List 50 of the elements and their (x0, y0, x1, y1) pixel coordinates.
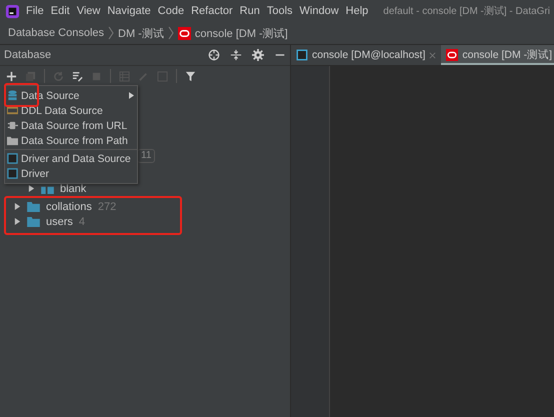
driver-icon (7, 153, 18, 164)
window-title: default - console [DM -测试] - DataGri (383, 4, 550, 18)
menu-item[interactable]: Window (300, 5, 339, 17)
menu-item[interactable]: Driver and Data Source (5, 151, 137, 166)
tree-item[interactable]: users (46, 216, 73, 228)
breadcrumb-item[interactable]: Database Consoles (8, 27, 104, 39)
add-icon[interactable] (6, 70, 17, 82)
menu-item[interactable]: DDL Data Source (5, 103, 137, 118)
item-count: 4 (78, 216, 86, 228)
panel-title: Database (4, 49, 52, 61)
close-icon[interactable] (429, 52, 436, 58)
app-logo-icon (5, 4, 20, 18)
schema-icon (41, 184, 54, 194)
folder-icon (27, 202, 40, 212)
folder-icon (27, 216, 40, 226)
driver-icon (7, 168, 18, 179)
menu-item[interactable]: Edit (50, 5, 70, 17)
settings-icon[interactable] (252, 49, 264, 61)
tree-item[interactable]: collations (46, 200, 92, 212)
filter-icon[interactable] (185, 70, 196, 82)
menu-item[interactable]: Help (346, 5, 368, 17)
expand-arrow-icon[interactable] (14, 203, 21, 210)
database-icon (7, 90, 18, 101)
breadcrumb-item[interactable]: DM -测试 (118, 26, 164, 40)
menu-item[interactable]: View (76, 5, 100, 17)
menu-item[interactable]: File (26, 5, 44, 17)
expand-arrow-icon[interactable] (14, 218, 21, 225)
folder-icon (7, 135, 18, 146)
menu-item[interactable]: Code (158, 5, 184, 17)
item-count: 272 (98, 200, 116, 212)
menu-item[interactable]: Refactor (191, 5, 233, 17)
collapse-icon[interactable] (230, 49, 242, 61)
editor-tab[interactable]: console [DM@localhost] (291, 45, 442, 65)
target-icon[interactable] (208, 49, 220, 61)
breadcrumb-item[interactable]: console [DM -测试] (194, 26, 288, 40)
menu-item[interactable]: Driver (5, 166, 137, 181)
menu-item[interactable]: Data Source from URL (5, 118, 137, 133)
chevron-icon (168, 26, 174, 40)
chevron-icon (108, 26, 114, 40)
database-icon (178, 26, 191, 40)
menu-item[interactable]: Navigate (107, 5, 151, 17)
editor-tab[interactable]: console [DM -测试] (441, 45, 554, 65)
menu-item[interactable]: Data Source from Path (5, 133, 137, 148)
menu-item[interactable]: Run (240, 5, 260, 17)
console-icon (296, 49, 308, 61)
menu-item[interactable]: Tools (266, 5, 293, 17)
expand-arrow-icon[interactable] (28, 185, 35, 192)
tree-item[interactable]: blank (60, 182, 86, 194)
database-icon (446, 49, 458, 61)
plug-icon (7, 120, 18, 131)
